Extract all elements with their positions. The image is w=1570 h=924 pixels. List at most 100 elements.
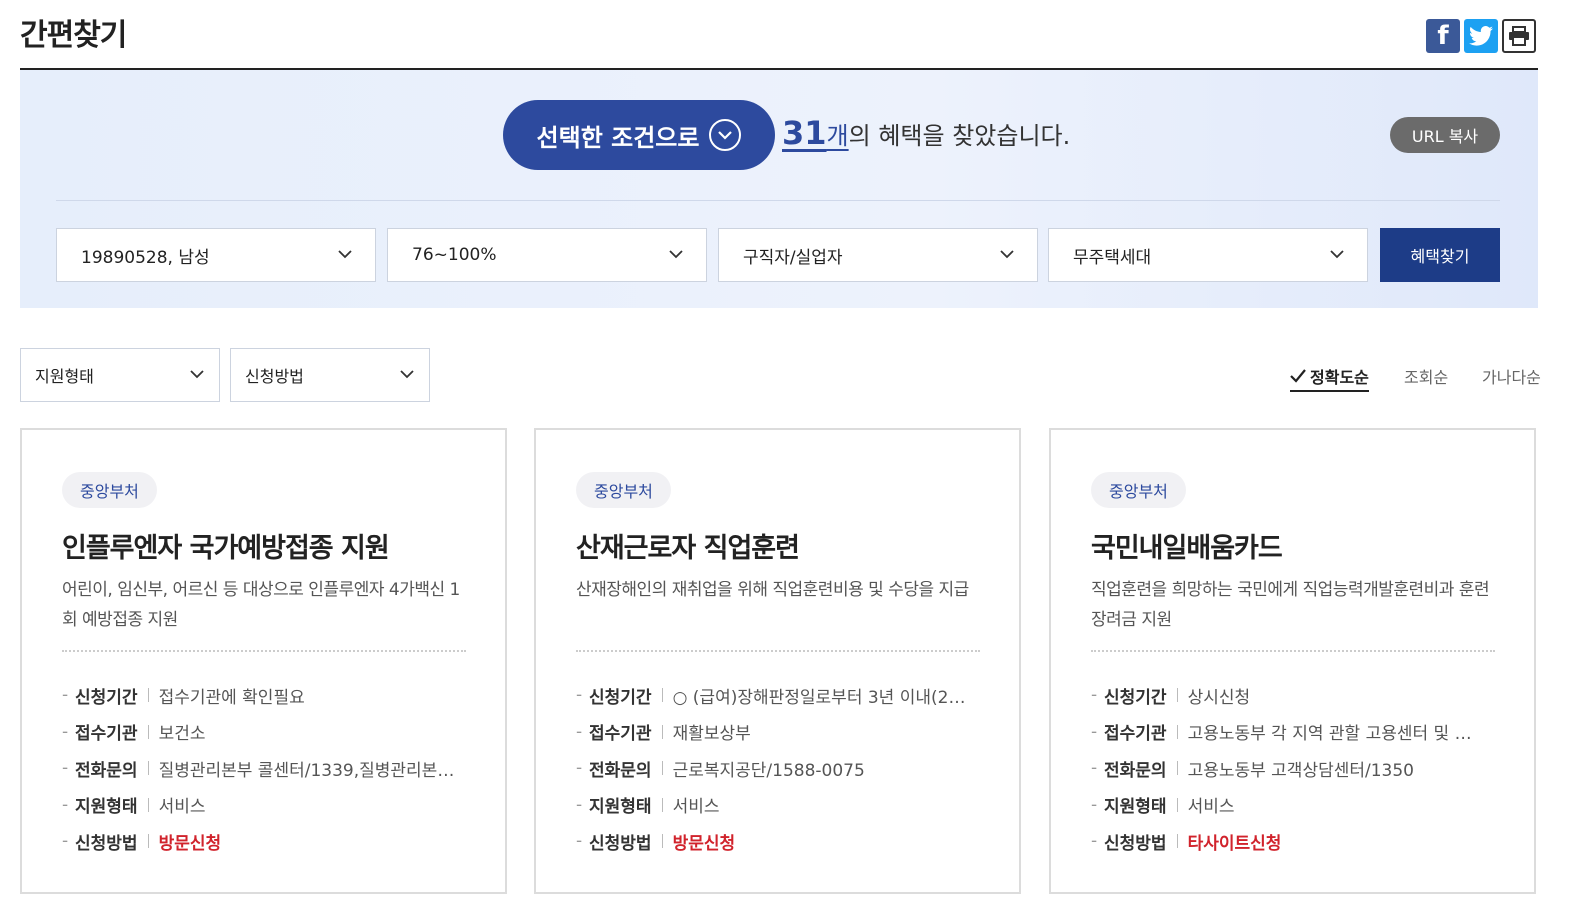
info-value: 서비스: [672, 797, 720, 818]
info-value: 서비스: [1187, 797, 1235, 818]
benefit-title[interactable]: 산재근로자 직업훈련: [576, 526, 800, 565]
info-key: 전화문의: [1104, 760, 1167, 781]
agency-badge: 중앙부처: [1091, 472, 1186, 508]
info-row-apply-method: - 신청방법 방문신청: [576, 823, 996, 860]
hero-divider: [56, 200, 1500, 201]
info-key: 신청방법: [1104, 833, 1167, 854]
info-row-support-type: - 지원형태 서비스: [1091, 787, 1511, 824]
info-value: 방문신청: [158, 833, 222, 854]
result-suffix: 의 혜택을 찾았습니다.: [848, 122, 1071, 150]
benefit-title[interactable]: 인플루엔자 국가예방접종 지원: [62, 526, 390, 565]
benefit-card[interactable]: 중앙부처 인플루엔자 국가예방접종 지원 어린이, 임신부, 어르신 등 대상으…: [20, 428, 507, 894]
benefit-card[interactable]: 중앙부처 국민내일배움카드 직업훈련을 희망하는 국민에게 직업능력개발훈련비과…: [1049, 428, 1536, 894]
sort-views[interactable]: 조회순: [1404, 364, 1448, 388]
chevron-down-icon: [190, 370, 204, 379]
info-key: 접수기관: [589, 724, 652, 745]
info-row-apply-method: - 신청방법 타사이트신청: [1091, 823, 1511, 860]
sort-alphabetical[interactable]: 가나다순: [1482, 364, 1541, 388]
household-select[interactable]: 무주택세대: [1048, 228, 1368, 282]
info-row-apply-method: - 신청방법 방문신청: [62, 823, 482, 860]
result-unit: 개: [826, 122, 849, 150]
benefit-description: 산재장해인의 재취업을 위해 직업훈련비용 및 수당을 지급: [576, 580, 969, 600]
apply-method-value: 신청방법: [245, 367, 304, 386]
birth-gender-value: 19890528, 남성: [81, 247, 210, 268]
info-key: 전화문의: [589, 760, 652, 781]
sort-accuracy[interactable]: 정확도순: [1290, 364, 1369, 392]
income-value: 76~100%: [412, 245, 497, 265]
info-value: 재활보상부: [672, 724, 751, 745]
info-value: 근로복지공단/1588-0075: [672, 760, 865, 781]
info-key: 신청기간: [75, 687, 138, 708]
info-value: 보건소: [158, 724, 206, 745]
support-type-value: 지원형태: [35, 367, 94, 386]
card-divider: [576, 650, 980, 652]
info-row-apply-period: - 신청기간 ○ (급여)장해판정일로부터 3년 이내(2…: [576, 677, 996, 714]
benefit-description: 직업훈련을 희망하는 국민에게 직업능력개발훈련비과 훈련장려금 지원: [1091, 580, 1490, 630]
chevron-down-icon: [1000, 250, 1014, 259]
apply-method-select[interactable]: 신청방법: [230, 348, 430, 402]
info-key: 신청방법: [589, 833, 652, 854]
info-row-support-type: - 지원형태 서비스: [576, 787, 996, 824]
info-row-reception: - 접수기관 보건소: [62, 714, 482, 751]
agency-badge: 중앙부처: [62, 472, 157, 508]
employment-select[interactable]: 구직자/실업자: [718, 228, 1038, 282]
info-value: 서비스: [158, 797, 206, 818]
page-title: 간편찾기: [20, 18, 127, 53]
benefit-info-list: - 신청기간 상시신청 - 접수기관 고용노동부 각 지역 관할 고용센터 및 … -전…: [1091, 677, 1511, 860]
share-buttons: f: [1426, 19, 1536, 53]
info-value: 타사이트신청: [1187, 833, 1282, 854]
info-row-phone: - 전화문의 근로복지공단/1588-0075: [576, 750, 996, 787]
agency-badge: 중앙부처: [576, 472, 671, 508]
info-key: 지원형태: [75, 797, 138, 818]
info-key: 전화문의: [75, 760, 138, 781]
info-key: 지원형태: [1104, 797, 1167, 818]
info-row-apply-period: - 신청기간 상시신청: [1091, 677, 1511, 714]
info-key: 접수기관: [75, 724, 138, 745]
info-value: 방문신청: [672, 833, 736, 854]
search-condition-panel: 선택한 조건으로 31 개 의 혜택을 찾았습니다. URL 복사 198905…: [20, 70, 1538, 308]
chevron-down-icon: [1330, 250, 1344, 259]
result-summary: 31 개 의 혜택을 찾았습니다.: [782, 114, 1070, 152]
chevron-down-icon: [400, 370, 414, 379]
support-type-select[interactable]: 지원형태: [20, 348, 220, 402]
sort-accuracy-label: 정확도순: [1310, 368, 1369, 387]
info-row-reception: - 접수기관 재활보상부: [576, 714, 996, 751]
find-benefits-button[interactable]: 혜택찾기: [1380, 228, 1500, 282]
benefit-description: 어린이, 임신부, 어르신 등 대상으로 인플루엔자 4가백신 1회 예방접종 …: [62, 580, 460, 630]
info-key: 접수기관: [1104, 724, 1167, 745]
income-select[interactable]: 76~100%: [387, 228, 707, 282]
card-divider: [62, 650, 466, 652]
chevron-down-icon: [669, 250, 683, 259]
benefit-title[interactable]: 국민내일배움카드: [1091, 526, 1283, 565]
household-value: 무주택세대: [1073, 247, 1152, 268]
info-key: 신청방법: [75, 833, 138, 854]
url-copy-button[interactable]: URL 복사: [1390, 117, 1500, 153]
benefit-info-list: - 신청기간 ○ (급여)장해판정일로부터 3년 이내(2… - 접수기관 재활보상부 …: [576, 677, 996, 860]
chevron-down-icon: [338, 250, 352, 259]
twitter-icon[interactable]: [1464, 19, 1498, 53]
info-row-apply-period: - 신청기간 접수기관에 확인필요: [62, 677, 482, 714]
benefit-info-list: - 신청기간 접수기관에 확인필요 - 접수기관 보건소 - 전화문의 질병관리본부 콜센터…: [62, 677, 482, 860]
info-value: 질병관리본부 콜센터/1339,질병관리본…: [158, 760, 455, 781]
info-value: 접수기관에 확인필요: [158, 687, 305, 708]
employment-value: 구직자/실업자: [743, 247, 843, 268]
chevron-down-circle-icon: [709, 119, 742, 151]
result-count: 31: [782, 114, 827, 152]
info-row-reception: - 접수기관 고용노동부 각 지역 관할 고용센터 및 …: [1091, 714, 1511, 751]
selected-conditions-button[interactable]: 선택한 조건으로: [503, 100, 775, 170]
info-value: 상시신청: [1187, 687, 1251, 708]
card-divider: [1091, 650, 1495, 652]
selected-conditions-label: 선택한 조건으로: [536, 123, 700, 152]
info-value: 고용노동부 각 지역 관할 고용센터 및 …: [1187, 724, 1472, 745]
info-row-support-type: - 지원형태 서비스: [62, 787, 482, 824]
facebook-icon[interactable]: f: [1426, 19, 1460, 53]
info-key: 신청기간: [1104, 687, 1167, 708]
birth-gender-select[interactable]: 19890528, 남성: [56, 228, 376, 282]
info-value: 고용노동부 고객상담센터/1350: [1187, 760, 1414, 781]
info-row-phone: - 전화문의 고용노동부 고객상담센터/1350: [1091, 750, 1511, 787]
info-value: ○ (급여)장해판정일로부터 3년 이내(2…: [672, 687, 966, 708]
info-key: 신청기간: [589, 687, 652, 708]
benefit-card[interactable]: 중앙부처 산재근로자 직업훈련 산재장해인의 재취업을 위해 직업훈련비용 및 …: [534, 428, 1021, 894]
print-icon[interactable]: [1502, 19, 1536, 53]
info-key: 지원형태: [589, 797, 652, 818]
